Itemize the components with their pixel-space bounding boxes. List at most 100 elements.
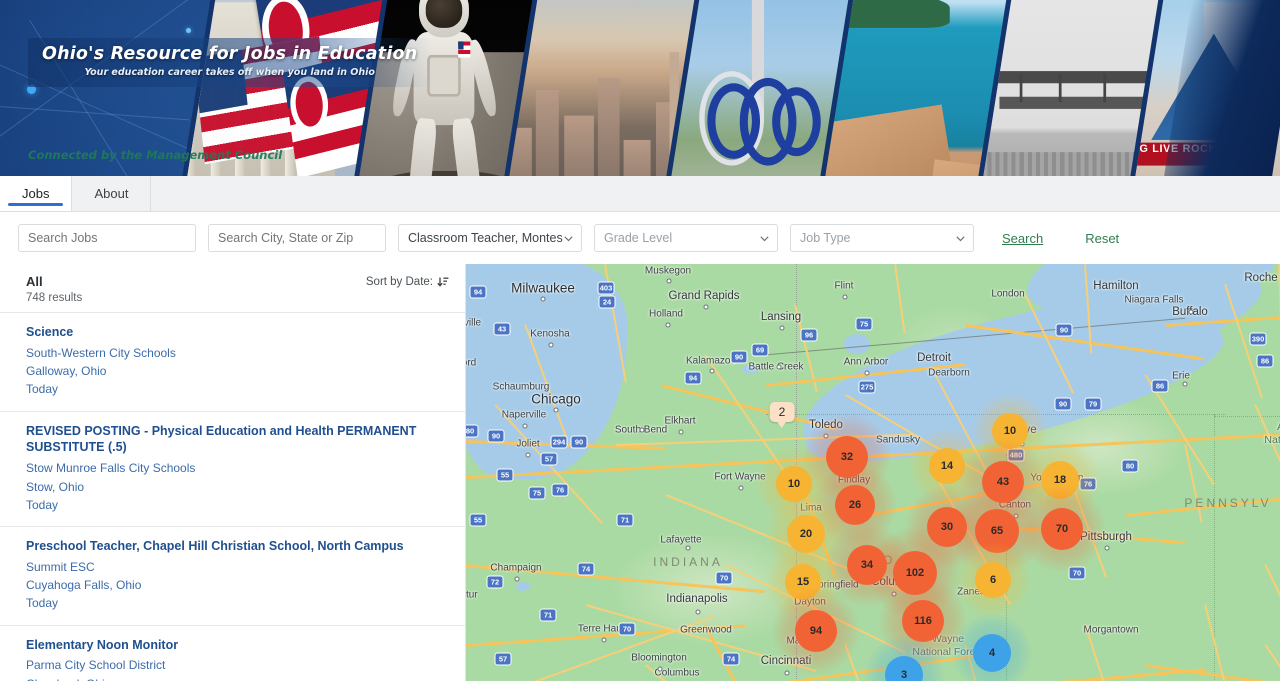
job-employer: Summit ESC xyxy=(26,559,95,574)
category-select[interactable]: Classroom Teacher, Montessori xyxy=(398,224,582,252)
map-place-label: Flint xyxy=(834,280,854,292)
banner-subtitle: Your education career takes off when you… xyxy=(84,67,375,78)
main-content: All 748 results Sort by Date: Science Sou… xyxy=(0,264,1280,681)
chevron-down-icon xyxy=(564,235,573,241)
map-cluster-marker[interactable]: 94 xyxy=(795,610,837,652)
map-city-dot xyxy=(776,364,782,370)
banner-photo-strip: LONG LIVE ROCK ZOO xyxy=(177,0,1280,176)
job-list-item[interactable]: Elementary Noon Monitor Parma City School… xyxy=(0,626,465,681)
map-place-label: Detroit xyxy=(917,352,951,364)
map-place-label: Holland xyxy=(649,308,683,320)
map-pin-bubble-label: 2 xyxy=(778,405,786,419)
search-jobs-input[interactable] xyxy=(18,224,196,252)
map-place-label: Lafayette xyxy=(660,534,702,546)
banner-node-dot-small xyxy=(186,28,191,33)
highway-shield-icon: 57 xyxy=(540,452,558,466)
highway-shield-icon: 72 xyxy=(486,575,504,589)
tab-about[interactable]: About xyxy=(72,176,152,211)
highway-shield-icon: 90 xyxy=(730,350,748,364)
map-place-label: Grand Rapids xyxy=(668,290,740,302)
job-list-item[interactable]: Science South-Western City Schools Gallowa… xyxy=(0,313,465,412)
highway-shield-icon: 55 xyxy=(496,468,514,482)
banner-footer-credit: Connected by the Management Council xyxy=(28,148,283,162)
grade-level-select[interactable]: Grade Level xyxy=(594,224,778,252)
map-place-label: Indianapolis xyxy=(666,593,728,605)
search-location-input[interactable] xyxy=(208,224,386,252)
search-button[interactable]: Search xyxy=(998,231,1047,246)
banner-title: Ohio's Resource for Jobs in Education xyxy=(42,44,418,64)
job-title[interactable]: Elementary Noon Monitor xyxy=(26,637,449,654)
job-location: Cleveland, Ohio xyxy=(26,675,449,681)
map-city-dot xyxy=(842,294,848,300)
map-place-label: London xyxy=(991,288,1025,300)
highway-shield-icon: 90 xyxy=(487,429,505,443)
map-place-label: Morgantown xyxy=(1083,624,1139,636)
highway-shield-icon: 57 xyxy=(494,652,512,666)
highway-shield-icon: 74 xyxy=(722,652,740,666)
map-city-dot xyxy=(1188,309,1194,315)
map-city-dot xyxy=(709,368,715,374)
highway-shield-icon: 79 xyxy=(1084,397,1102,411)
highway-shield-icon: 75 xyxy=(855,317,873,331)
highway-shield-icon: 80 xyxy=(466,424,479,438)
category-select-value: Classroom Teacher, Montessori xyxy=(408,231,563,245)
map-place-label: Joliet xyxy=(516,438,540,450)
job-posted: Today xyxy=(26,382,59,397)
map-city-dot xyxy=(657,666,663,672)
results-count: 748 results xyxy=(26,292,83,304)
highway-shield-icon: 70 xyxy=(618,622,636,636)
map-city-dot xyxy=(695,609,701,615)
highway-shield-icon: 69 xyxy=(751,343,769,357)
job-list-item[interactable]: Preschool Teacher, Chapel Hill Christian… xyxy=(0,527,465,626)
map-city-dot xyxy=(685,545,691,551)
job-location: Stow, Ohio xyxy=(26,479,85,494)
map-city-dot xyxy=(1182,381,1188,387)
banner-heading-block: Ohio's Resource for Jobs in Education Yo… xyxy=(28,38,432,87)
highway-shield-icon: 90 xyxy=(1054,397,1072,411)
job-type-select-value: Job Type xyxy=(800,231,851,245)
chevron-down-icon xyxy=(760,235,769,241)
map-place-label: sville xyxy=(466,317,482,329)
highway-shield-icon: 403 xyxy=(597,281,615,295)
highway-shield-icon: 43 xyxy=(493,322,511,336)
map-cluster-marker[interactable]: 6 xyxy=(975,562,1011,598)
job-type-select[interactable]: Job Type xyxy=(790,224,974,252)
job-title[interactable]: Science xyxy=(26,324,449,341)
job-employer: South-Western City Schools xyxy=(26,345,176,360)
map-cluster-marker[interactable]: 4 xyxy=(973,634,1011,672)
map-cluster-marker[interactable]: 70 xyxy=(1041,508,1083,550)
highway-shield-icon: 71 xyxy=(616,513,634,527)
map-place-label: Elkhart xyxy=(664,415,696,427)
job-items-container: Science South-Western City Schools Gallowa… xyxy=(0,313,465,681)
job-list-item[interactable]: REVISED POSTING - Physical Education and… xyxy=(0,412,465,528)
main-tab-bar: Jobs About xyxy=(0,176,1280,212)
highway-shield-icon: 390 xyxy=(1249,332,1267,346)
map-city-dot xyxy=(703,304,709,310)
highway-shield-icon: 76 xyxy=(551,483,569,497)
highway-shield-icon: 275 xyxy=(858,380,876,394)
reset-button[interactable]: Reset xyxy=(1081,231,1123,246)
job-title[interactable]: REVISED POSTING - Physical Education and… xyxy=(26,423,449,457)
map-place-label: Erie xyxy=(1172,370,1190,382)
job-location: Cuyahoga Falls, Ohio xyxy=(26,578,142,593)
map-place-label: INDIANA xyxy=(653,555,723,569)
job-title[interactable]: Preschool Teacher, Chapel Hill Christian… xyxy=(26,538,449,555)
map-pin-bubble[interactable]: 2 xyxy=(769,402,795,428)
map-city-dot xyxy=(553,407,559,413)
map-city-dot xyxy=(666,278,672,284)
jobs-map[interactable]: Milwaukee Muskegon Grand Rapids Flint London… xyxy=(466,264,1280,681)
grade-level-select-value: Grade Level xyxy=(604,231,673,245)
highway-shield-icon: 86 xyxy=(1256,354,1274,368)
map-place-label: Milwaukee xyxy=(511,280,575,296)
map-city-dot xyxy=(522,423,528,429)
map-place-label: Roche xyxy=(1244,272,1278,284)
map-city-dot xyxy=(779,325,785,331)
map-city-dot xyxy=(784,670,790,676)
tab-jobs[interactable]: Jobs xyxy=(0,176,73,211)
sort-by-date-control[interactable]: Sort by Date: xyxy=(366,274,449,288)
highway-shield-icon: 55 xyxy=(469,513,487,527)
map-city-dot xyxy=(678,429,684,435)
map-city-dot xyxy=(525,452,531,458)
job-results-list[interactable]: All 748 results Sort by Date: Science Sou… xyxy=(0,264,466,681)
map-city-dot xyxy=(639,427,645,433)
